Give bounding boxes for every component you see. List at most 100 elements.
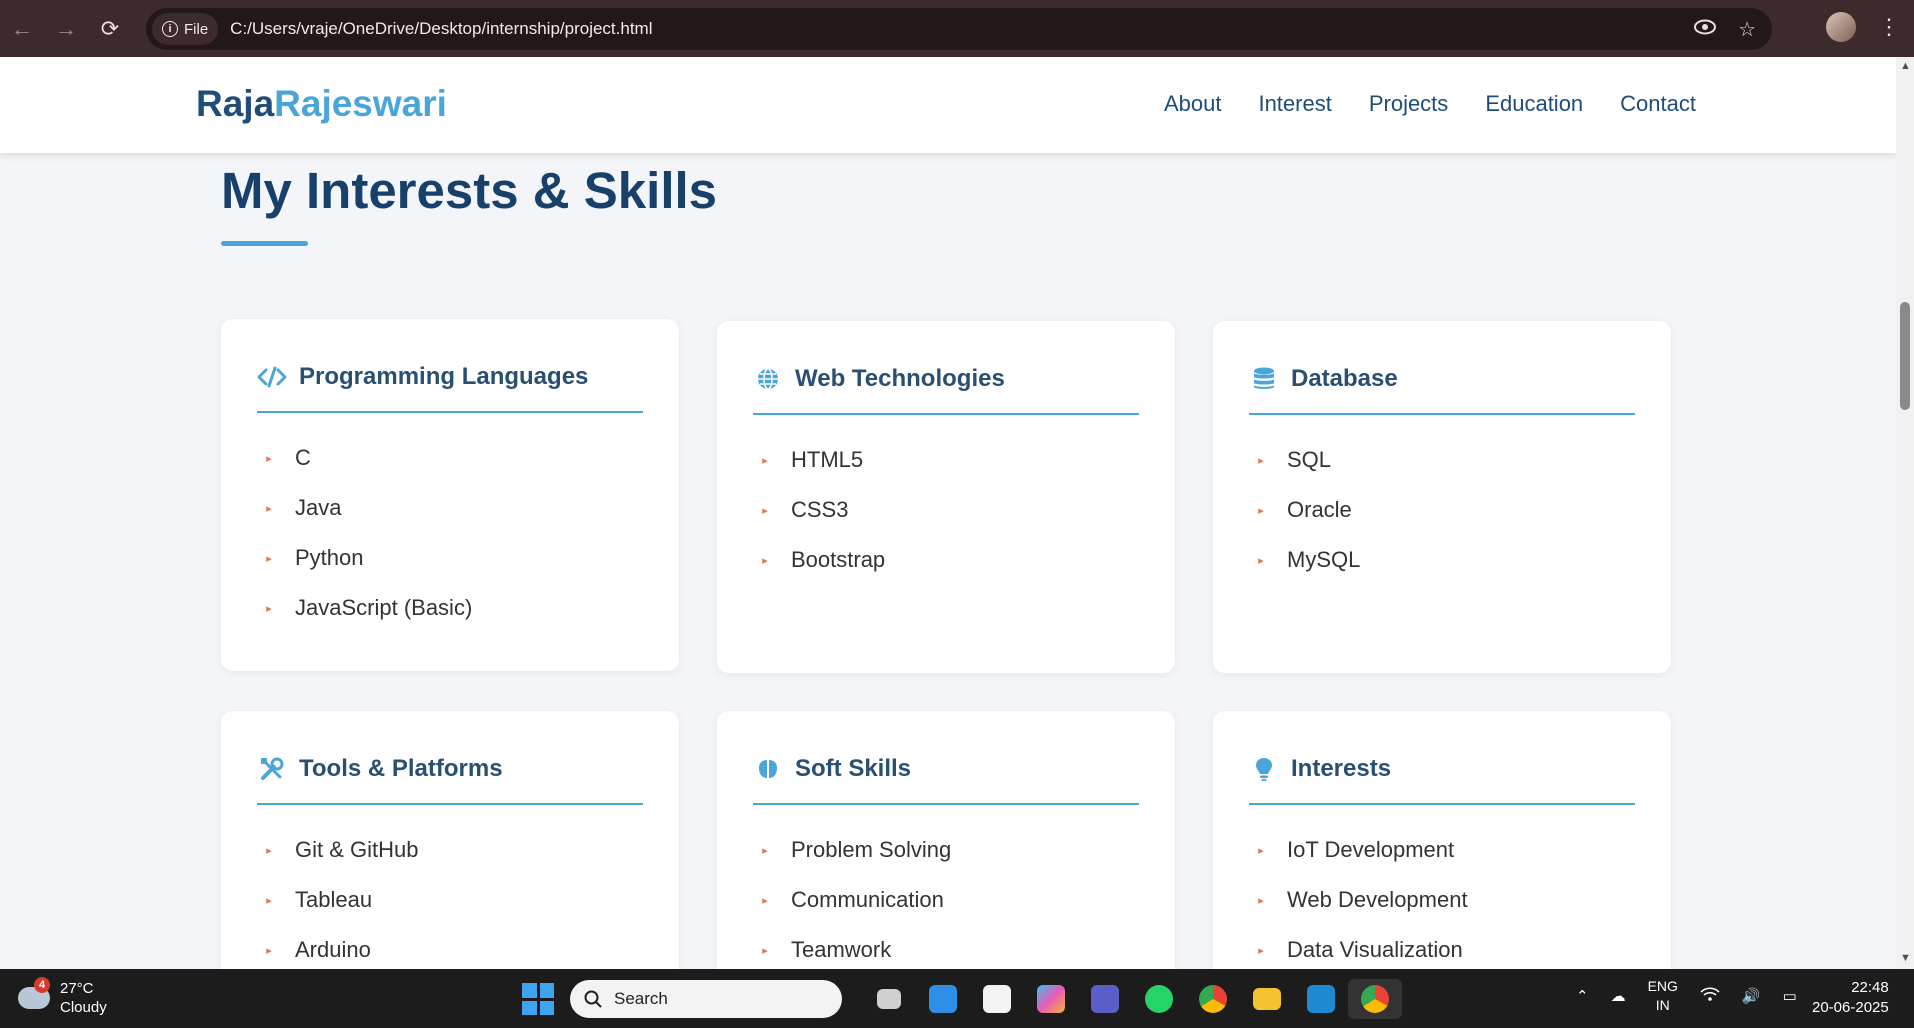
nav-projects[interactable]: Projects [1369, 91, 1448, 117]
list-item: ▸ Bootstrap [753, 535, 1139, 585]
list-item: ▸ C [257, 433, 643, 483]
back-button[interactable]: ← [0, 7, 44, 51]
item-label: Arduino [295, 937, 371, 962]
language-indicator[interactable]: ENG IN [1648, 977, 1678, 1015]
card-title: Database [1291, 365, 1398, 392]
bullet-icon: ▸ [762, 504, 768, 517]
list-item: ▸ Data Visualization [1249, 925, 1635, 969]
bullet-icon: ▸ [1258, 554, 1264, 567]
address-bar[interactable]: i File C:/Users/vraje/OneDrive/Desktop/i… [146, 8, 1772, 50]
nav-contact[interactable]: Contact [1620, 91, 1696, 117]
item-label: JavaScript (Basic) [295, 595, 473, 620]
chrome-icon[interactable] [1186, 979, 1240, 1019]
task-view-icon[interactable] [862, 979, 916, 1019]
item-label: Oracle [1287, 497, 1352, 522]
chevron-up-icon[interactable]: ⌃ [1576, 987, 1589, 1005]
nav-education[interactable]: Education [1485, 91, 1583, 117]
copilot-icon[interactable] [1024, 979, 1078, 1019]
bullet-icon: ▸ [266, 894, 272, 907]
cloud-icon: 4 [18, 977, 50, 1009]
list-item: ▸ SQL [1249, 435, 1635, 485]
profile-avatar[interactable] [1826, 12, 1856, 42]
bullet-icon: ▸ [266, 452, 272, 465]
search-icon [584, 990, 602, 1008]
system-clock[interactable]: 22:48 20-06-2025 [1812, 978, 1889, 1018]
item-label: CSS3 [791, 497, 849, 522]
item-label: SQL [1287, 447, 1332, 472]
title-underline [221, 241, 308, 246]
card-web-technologies: Web Technologies ▸ HTML5 ▸ CSS3 ▸ Bootstrap [717, 321, 1175, 673]
card-title: Programming Languages [299, 363, 589, 390]
forward-button[interactable]: → [44, 7, 88, 51]
list-item: ▸ CSS3 [753, 485, 1139, 535]
bullet-icon: ▸ [266, 602, 272, 615]
search-label: Search [614, 989, 668, 1008]
site-info-chip[interactable]: i File [152, 13, 219, 45]
scroll-down-icon[interactable]: ▼ [1900, 952, 1911, 964]
item-label: Git & GitHub [295, 837, 419, 862]
page-scrollbar[interactable] [1896, 57, 1914, 969]
item-label: Problem Solving [791, 837, 952, 862]
card-tools-platforms: Tools & Platforms ▸ Git & GitHub ▸ Tableau… [221, 711, 679, 969]
item-label: Tableau [295, 887, 373, 912]
bullet-icon: ▸ [1258, 454, 1264, 467]
card-title: Web Technologies [795, 365, 1005, 392]
browser-menu-icon[interactable]: ⋮ [1878, 12, 1900, 42]
eye-icon[interactable] [1694, 18, 1717, 41]
weather-badge: 4 [34, 977, 50, 993]
card-programming-languages: Programming Languages ▸ C ▸ Java ▸ Python ▸… [221, 319, 679, 671]
list-item: ▸ Python [257, 533, 643, 583]
card-title: Soft Skills [795, 755, 912, 782]
site-header: RajaRajeswari About Interest Projects Ed… [0, 57, 1896, 153]
weather-widget[interactable]: 4 27°C Cloudy [18, 977, 107, 1017]
bullet-icon: ▸ [1258, 844, 1264, 857]
windows-start-icon[interactable] [522, 983, 554, 1015]
file-explorer-icon[interactable] [1240, 979, 1294, 1019]
weather-condition: Cloudy [60, 999, 107, 1016]
list-item: ▸ HTML5 [753, 435, 1139, 485]
main-nav: About Interest Projects Education Contac… [1164, 91, 1696, 117]
reload-button[interactable]: ⟳ [88, 7, 132, 51]
bullet-icon: ▸ [762, 844, 768, 857]
url-text[interactable]: C:/Users/vraje/OneDrive/Desktop/internsh… [230, 19, 652, 39]
web-page: RajaRajeswari About Interest Projects Ed… [0, 57, 1896, 969]
item-label: HTML5 [791, 447, 864, 472]
logo-second: Rajeswari [274, 83, 447, 124]
bullet-icon: ▸ [762, 554, 768, 567]
section-title: My Interests & Skills [221, 162, 718, 219]
onedrive-cloud-icon[interactable]: ☁ [1611, 987, 1626, 1005]
teams-icon[interactable] [1078, 979, 1132, 1019]
app-icon-blue[interactable] [916, 979, 970, 1019]
vscode-icon[interactable] [1294, 979, 1348, 1019]
scroll-up-icon[interactable]: ▲ [1900, 60, 1911, 72]
nav-about[interactable]: About [1164, 91, 1222, 117]
temperature: 27°C [60, 980, 94, 997]
lang-line-2: IN [1655, 997, 1670, 1013]
scrollbar-thumb[interactable] [1900, 302, 1910, 410]
battery-icon[interactable]: ▭ [1783, 987, 1797, 1005]
item-label: Web Development [1287, 887, 1468, 912]
volume-icon[interactable]: 🔊 [1742, 987, 1761, 1005]
windows-taskbar: 4 27°C Cloudy Search ⌃ ☁ ENG IN 🔊 ▭ 22:4… [0, 969, 1914, 1028]
tools-icon [257, 755, 287, 783]
taskbar-search[interactable]: Search [570, 980, 842, 1018]
chrome-profile-icon[interactable] [1348, 979, 1402, 1019]
item-label: Python [295, 545, 364, 570]
card-interests: Interests ▸ IoT Development ▸ Web Developm… [1213, 711, 1671, 969]
wifi-icon[interactable] [1700, 986, 1720, 1006]
brain-icon [753, 755, 783, 783]
item-label: Data Visualization [1287, 937, 1463, 962]
card-title: Interests [1291, 755, 1392, 782]
list-item: ▸ Teamwork [753, 925, 1139, 969]
site-logo[interactable]: RajaRajeswari [196, 83, 447, 125]
list-item: ▸ Problem Solving [753, 825, 1139, 875]
item-label: Java [295, 495, 342, 520]
info-icon: i [162, 21, 178, 37]
store-icon[interactable] [970, 979, 1024, 1019]
browser-toolbar: ← → ⟳ i File C:/Users/vraje/OneDrive/Des… [0, 0, 1914, 57]
item-label: Bootstrap [791, 547, 886, 572]
bookmark-star-icon[interactable]: ☆ [1738, 17, 1756, 42]
whatsapp-icon[interactable] [1132, 979, 1186, 1019]
item-label: C [295, 445, 311, 470]
nav-interest[interactable]: Interest [1258, 91, 1331, 117]
